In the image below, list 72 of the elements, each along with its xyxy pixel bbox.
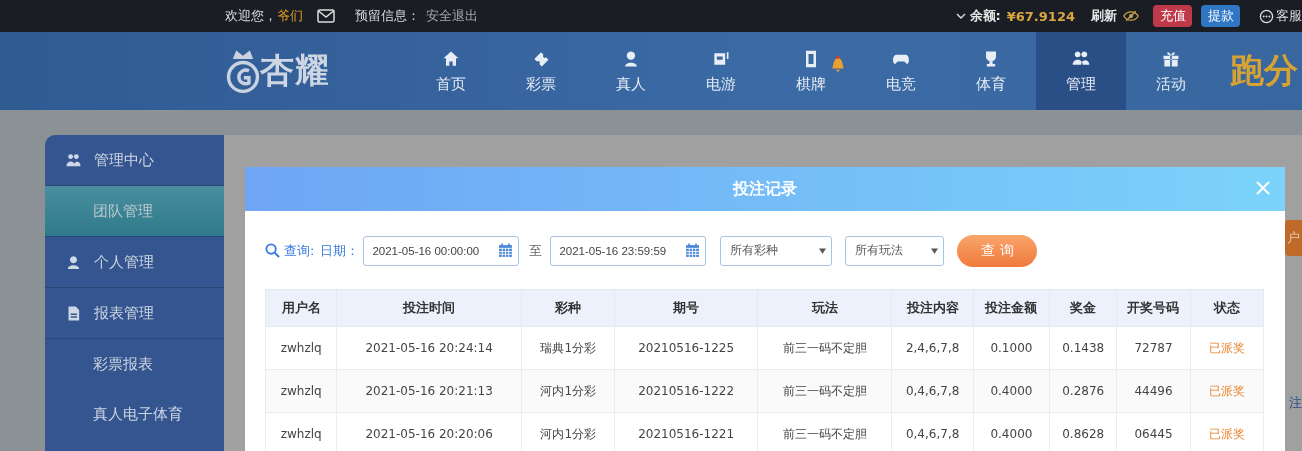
nav-tab[interactable]: 首页 — [406, 32, 496, 110]
end-date-field[interactable]: 2021-05-16 23:59:59 — [550, 235, 707, 266]
nav-tab[interactable]: 体育 — [946, 32, 1036, 110]
sidebar-item[interactable]: 真人电子体育 — [45, 389, 224, 439]
chat-icon[interactable] — [1259, 8, 1274, 24]
chevron-down-icon[interactable] — [955, 13, 966, 19]
table-cell: 0.1438 — [1049, 326, 1117, 370]
start-date-field[interactable]: 2021-05-16 00:00:00 — [363, 235, 520, 266]
table-cell: 已派奖 — [1190, 326, 1264, 370]
nav-tab[interactable]: 管理 — [1036, 32, 1126, 110]
table-cell: zwhzlq — [265, 412, 337, 451]
username-link[interactable]: 爷们 — [277, 7, 303, 25]
column-header: 奖金 — [1049, 289, 1117, 327]
table-cell: 已派奖 — [1190, 369, 1264, 413]
column-header: 彩种 — [521, 289, 615, 327]
table-cell: 20210516-1225 — [614, 326, 758, 370]
table-cell: 2021-05-16 20:24:14 — [336, 326, 522, 370]
logo-text: 杏耀 — [260, 49, 330, 92]
people-icon — [65, 151, 82, 169]
mail-icon[interactable] — [317, 9, 335, 23]
nav-tab[interactable]: 彩票 — [496, 32, 586, 110]
search-icon — [265, 243, 280, 258]
play-dropdown[interactable]: 所有玩法 — [845, 235, 945, 266]
column-header: 用户名 — [265, 289, 337, 327]
bell-icon — [829, 54, 847, 73]
date-label: 日期： — [320, 241, 360, 260]
column-header: 期号 — [614, 289, 758, 327]
greeting-text: 欢迎您， — [225, 7, 277, 25]
column-header: 状态 — [1190, 289, 1264, 327]
refresh-link[interactable]: 刷新 — [1091, 7, 1117, 25]
table-cell: 0,4,6,7,8 — [891, 369, 974, 413]
table-cell: 前三一码不定胆 — [757, 369, 892, 413]
dialog-title: 投注记录 — [733, 178, 797, 200]
eye-slash-icon[interactable] — [1123, 10, 1139, 22]
to-label: 至 — [529, 241, 543, 260]
deposit-button[interactable]: 充值 — [1153, 5, 1192, 27]
table-cell: 0.4000 — [973, 369, 1050, 413]
sidebar-item[interactable]: 彩票报表 — [45, 339, 224, 389]
logout-link[interactable]: 安全退出 — [426, 7, 478, 25]
table-cell: zwhzlq — [265, 326, 337, 370]
bet-link[interactable]: 注 — [1289, 394, 1302, 412]
table-cell: 0.1000 — [973, 326, 1050, 370]
query-label: 查询: — [284, 241, 315, 260]
table-cell: 2021-05-16 20:21:13 — [336, 369, 522, 413]
nav-tab[interactable]: 棋牌 — [766, 32, 856, 110]
table-cell: 44496 — [1116, 369, 1191, 413]
column-header: 投注内容 — [891, 289, 974, 327]
balance-amount: ¥67.9124 — [1006, 8, 1075, 24]
customer-service-link[interactable]: 客服 — [1276, 7, 1302, 25]
reserved-info-label: 预留信息： — [355, 7, 420, 25]
column-header: 投注时间 — [336, 289, 522, 327]
balance-label: 余额: — [969, 7, 1001, 25]
nav-tab[interactable]: 活动 — [1126, 32, 1216, 110]
dropdown-arrow-icon — [931, 247, 939, 254]
table-cell: 前三一码不定胆 — [757, 326, 892, 370]
withdraw-button[interactable]: 提款 — [1201, 5, 1240, 27]
dropdown-arrow-icon — [819, 247, 827, 254]
table-cell: 瑞典1分彩 — [521, 326, 615, 370]
column-header: 开奖号码 — [1116, 289, 1191, 327]
column-header: 玩法 — [757, 289, 892, 327]
table-cell: 0.2876 — [1049, 369, 1117, 413]
table-cell: 河内1分彩 — [521, 369, 615, 413]
nav-tab[interactable]: 真人 — [586, 32, 676, 110]
table-cell: 2,4,6,7,8 — [891, 326, 974, 370]
person-icon — [65, 253, 82, 271]
lottery-dropdown[interactable]: 所有彩种 — [720, 235, 833, 266]
nav-tab[interactable]: 电游 — [676, 32, 766, 110]
table-cell: 20210516-1222 — [614, 369, 758, 413]
column-header: 投注金额 — [973, 289, 1050, 327]
table-cell: 72787 — [1116, 326, 1191, 370]
nav-tab[interactable]: 电竞 — [856, 32, 946, 110]
table-cell: zwhzlq — [265, 369, 337, 413]
